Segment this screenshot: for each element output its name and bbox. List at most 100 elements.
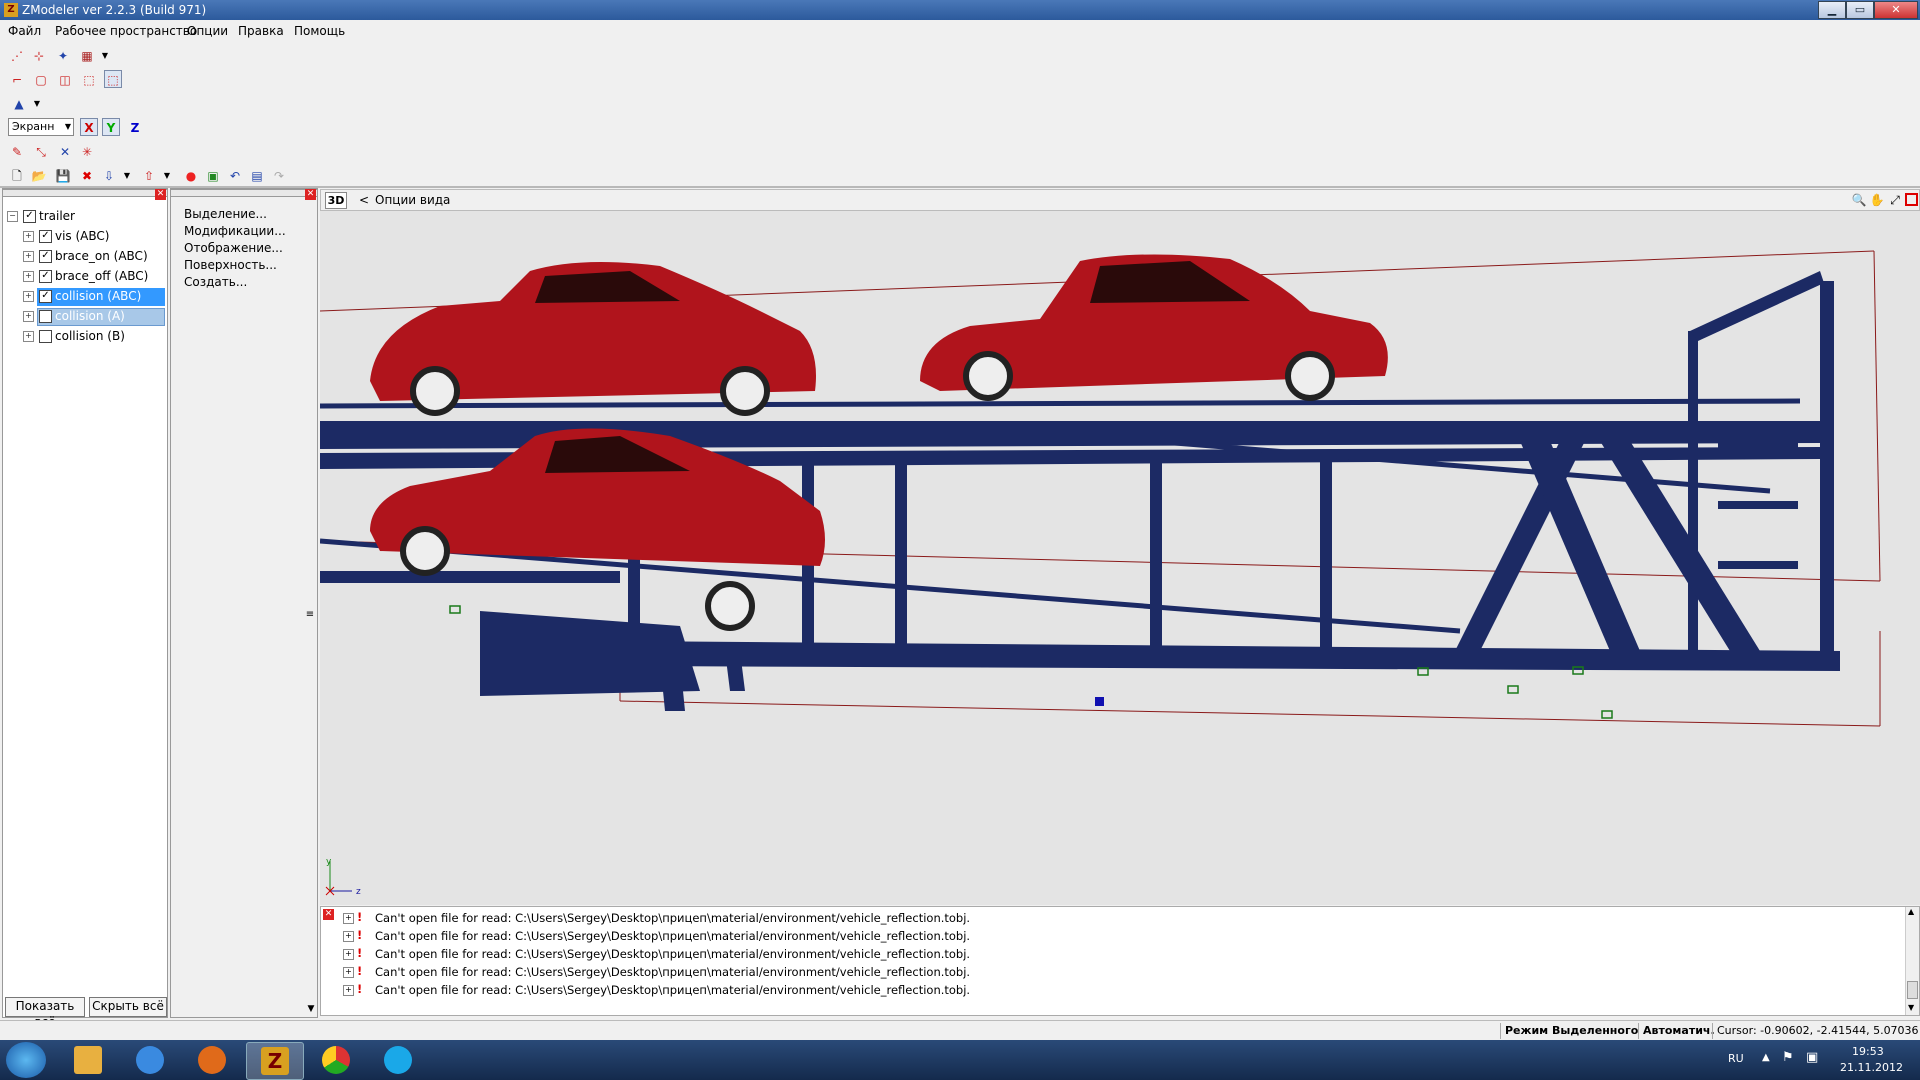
- scroll-up-icon[interactable]: ▲: [1908, 907, 1914, 916]
- tray-expand-icon[interactable]: ▲: [1762, 1052, 1770, 1063]
- expand-icon[interactable]: +: [23, 271, 34, 282]
- dropdown-icon[interactable]: ▼: [162, 166, 172, 184]
- object-selected-icon[interactable]: ⬚: [104, 70, 122, 88]
- close-icon[interactable]: ✕: [155, 189, 166, 200]
- start-button[interactable]: [6, 1042, 46, 1078]
- taskbar-ie[interactable]: [122, 1042, 178, 1078]
- taskbar-zmodeler[interactable]: Z: [246, 1042, 304, 1080]
- menu-options[interactable]: Опции: [187, 24, 228, 38]
- select-icon[interactable]: ⋰: [8, 46, 26, 64]
- option-modifications[interactable]: Модификации...: [184, 224, 286, 238]
- option-display[interactable]: Отображение...: [184, 241, 283, 255]
- dropdown-icon[interactable]: ▼: [100, 46, 110, 64]
- option-selection[interactable]: Выделение...: [184, 207, 267, 221]
- taskbar-explorer[interactable]: [60, 1042, 116, 1078]
- expand-icon[interactable]: +: [343, 913, 354, 924]
- scroll-down-icon[interactable]: ▼: [305, 1003, 317, 1015]
- axis-x-button[interactable]: X: [80, 118, 98, 136]
- language-indicator[interactable]: RU: [1728, 1052, 1744, 1065]
- rotate-icon[interactable]: ⤢: [1887, 192, 1903, 208]
- close-icon[interactable]: ✕: [323, 909, 334, 920]
- scroll-down-icon[interactable]: ▼: [1908, 1003, 1914, 1012]
- checkbox-brace-off[interactable]: ✓: [39, 270, 52, 283]
- expand-icon[interactable]: +: [343, 985, 354, 996]
- doc-icon[interactable]: ▤: [248, 166, 266, 184]
- close-button[interactable]: ✕: [1874, 1, 1918, 19]
- clock-time[interactable]: 19:53: [1852, 1045, 1884, 1058]
- dropdown-icon[interactable]: ▼: [122, 166, 132, 184]
- save-icon[interactable]: 💾: [54, 166, 72, 184]
- maximize-button[interactable]: ▭: [1846, 1, 1874, 19]
- select-tool-icon[interactable]: ⊹: [30, 46, 48, 64]
- expand-icon[interactable]: +: [23, 291, 34, 302]
- flag-icon[interactable]: ⚑: [1782, 1050, 1794, 1065]
- option-create[interactable]: Создать...: [184, 275, 247, 289]
- expand-icon[interactable]: +: [23, 231, 34, 242]
- close-icon[interactable]: ✕: [305, 189, 316, 200]
- hide-all-button[interactable]: Скрыть всё: [89, 997, 167, 1017]
- open-icon[interactable]: 📂: [30, 166, 48, 184]
- axis-z-button[interactable]: Z: [126, 118, 144, 136]
- minimize-button[interactable]: ▁: [1818, 1, 1846, 19]
- expand-icon[interactable]: +: [343, 931, 354, 942]
- maximize-view-icon[interactable]: [1905, 193, 1918, 206]
- tree-item-collision-abc[interactable]: + ✓ collision (ABC): [23, 288, 165, 306]
- redo-icon[interactable]: ↷: [270, 166, 288, 184]
- option-surface[interactable]: Поверхность...: [184, 258, 277, 272]
- zoom-icon[interactable]: 🔍: [1851, 192, 1867, 208]
- delete-icon[interactable]: ✖: [78, 166, 96, 184]
- import-icon[interactable]: ⇩: [100, 166, 118, 184]
- clock-date[interactable]: 21.11.2012: [1840, 1061, 1903, 1074]
- collapse-arrow-icon[interactable]: <: [359, 193, 369, 207]
- taskbar-chrome[interactable]: [308, 1042, 364, 1078]
- checkbox-vis[interactable]: ✓: [39, 230, 52, 243]
- expand-icon[interactable]: +: [343, 967, 354, 978]
- checkbox-collision-b[interactable]: [39, 330, 52, 343]
- menu-help[interactable]: Помощь: [294, 24, 345, 38]
- record-icon[interactable]: ●: [182, 166, 200, 184]
- scroll-thumb[interactable]: [1907, 981, 1918, 999]
- show-all-button[interactable]: Показать всё: [5, 997, 85, 1029]
- vertex-icon[interactable]: ⌐: [8, 70, 26, 88]
- expand-icon[interactable]: +: [23, 331, 34, 342]
- export-icon[interactable]: ⇧: [140, 166, 158, 184]
- 3d-viewport[interactable]: y z: [319, 211, 1920, 905]
- menu-edit[interactable]: Правка: [238, 24, 284, 38]
- paint-icon[interactable]: ✎: [8, 142, 26, 160]
- network-icon[interactable]: ▣: [1806, 1050, 1818, 1065]
- dropdown-icon[interactable]: ▼: [32, 94, 42, 112]
- render-icon[interactable]: ▣: [204, 166, 222, 184]
- expand-icon[interactable]: +: [343, 949, 354, 960]
- taskbar-firefox[interactable]: [184, 1042, 240, 1078]
- pivot-icon[interactable]: ⤡: [32, 142, 50, 160]
- viewport-header: 3D < Опции вида 🔍 ✋ ⤢: [320, 189, 1920, 211]
- taskbar-skype[interactable]: [370, 1042, 426, 1078]
- pan-icon[interactable]: ✋: [1869, 192, 1885, 208]
- multi-icon[interactable]: ▦: [78, 46, 96, 64]
- coord-mode-select[interactable]: Экранн ▼: [8, 118, 74, 136]
- checkbox-brace-on[interactable]: ✓: [39, 250, 52, 263]
- tree-item-collision-a[interactable]: + collision (A): [23, 308, 165, 326]
- checkbox-trailer[interactable]: ✓: [23, 210, 36, 223]
- checkbox-collision-abc[interactable]: ✓: [39, 290, 52, 303]
- expand-icon[interactable]: +: [23, 311, 34, 322]
- menu-workspace[interactable]: Рабочее пространство: [55, 24, 197, 38]
- new-icon[interactable]: 🗋: [8, 166, 26, 184]
- axis-icon[interactable]: ▲: [10, 94, 28, 112]
- poly-icon[interactable]: ◫: [56, 70, 74, 88]
- collapse-icon[interactable]: −: [7, 211, 18, 222]
- log-scrollbar[interactable]: ▲ ▼: [1905, 907, 1919, 1015]
- scale-icon[interactable]: ✳: [78, 142, 96, 160]
- axis-y-button[interactable]: Y: [102, 118, 120, 136]
- move-icon[interactable]: ✦: [54, 46, 72, 64]
- view-mode-button[interactable]: 3D: [325, 192, 347, 209]
- edge-icon[interactable]: ▢: [32, 70, 50, 88]
- splitter-handle[interactable]: ≡: [305, 609, 315, 621]
- checkbox-collision-a[interactable]: [39, 310, 52, 323]
- undo-icon[interactable]: ↶: [226, 166, 244, 184]
- object-icon[interactable]: ⬚: [80, 70, 98, 88]
- snap-icon[interactable]: ✕: [56, 142, 74, 160]
- expand-icon[interactable]: +: [23, 251, 34, 262]
- view-options-label[interactable]: Опции вида: [375, 193, 450, 207]
- menu-file[interactable]: Файл: [8, 24, 41, 38]
